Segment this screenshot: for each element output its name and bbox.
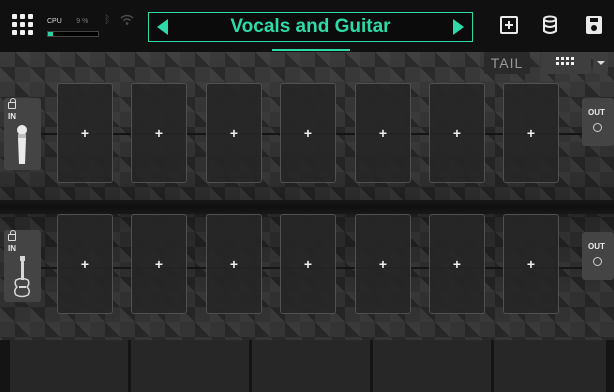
lane-2-block-slot-4[interactable]: + [280,214,336,314]
next-preset-button[interactable] [453,19,464,35]
footswitch-3[interactable] [252,340,370,392]
add-icon: + [378,256,388,272]
lock-icon [8,230,16,241]
chevron-down-icon[interactable] [593,52,608,74]
microphone-icon [17,125,27,164]
add-icon: + [378,125,388,141]
grid-layout-icon[interactable] [541,52,591,74]
add-icon: + [452,125,462,141]
add-icon: + [80,125,90,141]
output-label: OUT [588,242,605,251]
lane-2-input[interactable]: IN [4,230,41,302]
lane-1-block-slot-6[interactable]: + [429,83,485,183]
cpu-label: CPU [47,18,62,25]
add-icon: + [229,256,239,272]
input-label: IN [8,112,16,121]
preset-library-icon[interactable] [542,15,558,35]
grid-menu-icon[interactable] [10,12,34,36]
add-icon: + [229,125,239,141]
cpu-bar [47,31,99,37]
lane-1-block-slot-7[interactable]: + [503,83,559,183]
lane-2-block-slot-5[interactable]: + [355,214,411,314]
lane-2-block-slot-2[interactable]: + [131,214,187,314]
cpu-bar-fill [48,32,53,36]
add-icon: + [80,256,90,272]
lane-2-block-slot-7[interactable]: + [503,214,559,314]
add-icon: + [303,256,313,272]
output-indicator-icon [593,123,602,132]
preset-selector: Vocals and Guitar [148,12,473,42]
preset-indicator [272,49,350,51]
add-icon: + [154,125,164,141]
add-icon: + [154,256,164,272]
footswitch-2[interactable] [131,340,249,392]
add-icon: + [452,256,462,272]
bluetooth-icon[interactable]: ᛒ [104,14,111,26]
footswitch-5[interactable] [494,340,606,392]
lane-1-output[interactable]: OUT [582,98,614,146]
lane-1-input[interactable]: IN [4,98,41,170]
guitar-icon [13,256,31,298]
output-label: OUT [588,108,605,117]
wifi-icon[interactable] [120,14,134,26]
add-icon: + [303,125,313,141]
footswitch-4[interactable] [373,340,491,392]
cpu-value: 9 % [76,18,89,25]
add-icon: + [526,256,536,272]
add-icon: + [526,125,536,141]
save-icon[interactable] [586,16,602,34]
lane-2-output[interactable]: OUT [582,232,614,280]
lane-1-block-slot-4[interactable]: + [280,83,336,183]
top-bar: CPU 9 % ᛒ Vocals and Guitar [0,0,614,52]
lane-1-block-slot-5[interactable]: + [355,83,411,183]
previous-preset-button[interactable] [157,19,168,35]
preset-name[interactable]: Vocals and Guitar [179,16,442,38]
input-label: IN [8,244,16,253]
footswitch-1[interactable] [10,340,128,392]
lane-2-block-slot-3[interactable]: + [206,214,262,314]
footswitch-strip [0,340,614,392]
lane-1-block-slot-2[interactable]: + [131,83,187,183]
add-block-icon[interactable] [500,16,518,34]
lane-2-block-slot-6[interactable]: + [429,214,485,314]
lane-2-block-slot-1[interactable]: + [57,214,113,314]
tail-button[interactable]: TAIL [484,52,530,74]
lane-divider [0,200,614,214]
lock-icon [8,98,16,109]
lane-1-block-slot-1[interactable]: + [57,83,113,183]
cpu-meter: CPU 9 % [47,10,99,37]
output-indicator-icon [593,257,602,266]
signal-chain-panel: TAIL IN OUT + + + + + + + IN OUT + + + +… [0,52,614,340]
lane-1-block-slot-3[interactable]: + [206,83,262,183]
